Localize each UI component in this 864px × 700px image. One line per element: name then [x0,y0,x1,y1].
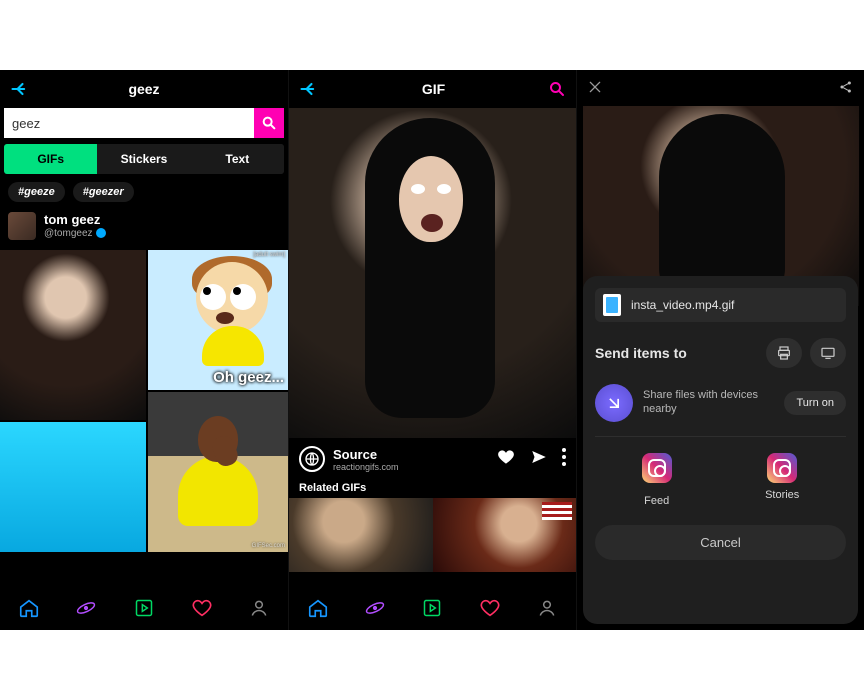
watermark: GIFSec.com [252,543,285,549]
explore-icon[interactable] [75,597,97,619]
cancel-button[interactable]: Cancel [595,525,846,560]
screen-gif-detail: GIF Source reactiongifs.com Related GIFs [288,70,576,630]
search-row [0,108,288,144]
play-icon[interactable] [133,597,155,619]
home-icon[interactable] [18,597,40,619]
tab-text[interactable]: Text [191,144,284,174]
page-title: GIF [319,81,548,97]
source-row: Source reactiongifs.com [289,438,576,480]
send-label: Send items to [595,345,687,361]
header: GIF [289,70,576,108]
file-name: insta_video.mp4.gif [631,298,734,312]
gif-tile[interactable]: [adult swim] Oh geez... [148,250,288,390]
search-button[interactable] [254,108,284,138]
related-label: Related GIFs [289,480,576,498]
file-row[interactable]: insta_video.mp4.gif [595,288,846,322]
app-label: Feed [644,495,669,507]
header: geez [0,70,288,108]
user-handle: @tomgeez [44,228,106,239]
profile-icon[interactable] [248,597,270,619]
print-button[interactable] [766,338,802,368]
home-icon[interactable] [307,597,329,619]
globe-icon [299,446,325,472]
screen-share-sheet: insta_video.mp4.gif Send items to Share … [576,70,864,630]
turn-on-button[interactable]: Turn on [784,391,846,415]
source-label: Source [333,447,399,462]
source-tag: [adult swim] [253,252,285,258]
gif-tile[interactable] [0,422,146,552]
related-gif[interactable] [433,498,577,572]
chip-row: #geeze #geezer [0,182,288,212]
send-icon[interactable] [530,448,548,471]
more-icon[interactable] [562,448,566,471]
segment-control: GIFs Stickers Text [4,144,284,174]
file-icon [603,294,621,316]
app-label: Stories [765,489,799,501]
instagram-icon [767,453,797,483]
app-targets: Feed Stories [595,437,846,517]
bottom-nav [289,586,576,630]
back-icon[interactable] [10,79,30,99]
instagram-icon [642,453,672,483]
back-icon[interactable] [299,79,319,99]
search-input[interactable] [4,108,254,138]
play-icon[interactable] [421,597,443,619]
share-icon[interactable] [838,79,854,95]
nearby-icon [595,384,633,422]
chip-geeze[interactable]: #geeze [8,182,65,202]
nearby-share-row: Share files with devices nearby Turn on [595,376,846,437]
explore-icon[interactable] [364,597,386,619]
verified-icon [96,228,106,238]
share-sheet: insta_video.mp4.gif Send items to Share … [583,276,858,624]
gif-tile[interactable]: GIFSec.com [148,392,288,552]
share-target-stories[interactable]: Stories [765,453,799,507]
page-title: geez [30,81,258,97]
profile-icon[interactable] [536,597,558,619]
cast-button[interactable] [810,338,846,368]
avatar [8,212,36,240]
screen-search: geez GIFs Stickers Text #geeze #geezer t… [0,70,288,630]
nearby-text: Share files with devices nearby [643,389,774,417]
heart-icon[interactable] [479,597,501,619]
gif-caption: Oh geez... [213,369,284,386]
gif-tile[interactable] [0,250,146,420]
related-gif[interactable] [289,498,433,572]
source-host[interactable]: reactiongifs.com [333,462,399,472]
related-row [289,498,576,572]
search-icon[interactable] [548,80,566,98]
tab-stickers[interactable]: Stickers [97,144,190,174]
bottom-nav [0,586,288,630]
tab-gifs[interactable]: GIFs [4,144,97,174]
heart-icon[interactable] [496,447,516,472]
user-name: tom geez [44,213,106,227]
chip-geezer[interactable]: #geezer [73,182,134,202]
heart-icon[interactable] [191,597,213,619]
gif-grid: [adult swim] Oh geez... GIFSec.com [0,250,288,580]
close-icon[interactable] [587,79,603,95]
share-target-feed[interactable]: Feed [642,453,672,507]
gif-viewer[interactable] [289,108,576,438]
user-result[interactable]: tom geez @tomgeez [0,212,288,250]
topbar [577,70,864,104]
